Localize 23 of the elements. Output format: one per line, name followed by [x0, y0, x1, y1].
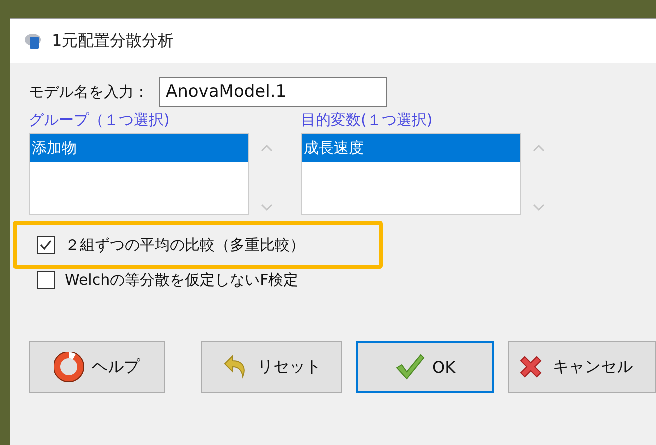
- list-box[interactable]: 添加物: [29, 133, 249, 215]
- ok-button[interactable]: OK: [356, 341, 494, 393]
- checkbox-label: ２組ずつの平均の比較（多重比較）: [65, 236, 305, 254]
- list-box[interactable]: 成長速度: [301, 133, 521, 215]
- scroll-down-icon[interactable]: [532, 203, 546, 213]
- help-button[interactable]: ヘルプ: [29, 341, 166, 393]
- scroll-up-icon[interactable]: [260, 143, 274, 153]
- cancel-button[interactable]: キャンセル: [508, 341, 656, 393]
- checkbox[interactable]: [37, 236, 55, 254]
- list-item[interactable]: 添加物: [30, 134, 248, 162]
- model-name-label: モデル名を入力：: [29, 82, 149, 102]
- checkmark-icon: [394, 353, 425, 381]
- model-name-field[interactable]: AnovaModel.1: [159, 77, 387, 107]
- checkbox[interactable]: [37, 271, 55, 289]
- list-item[interactable]: 成長速度: [302, 134, 520, 162]
- scroll-up-icon[interactable]: [532, 143, 546, 153]
- checkbox-label: Welchの等分散を仮定しないF検定: [65, 270, 299, 290]
- lifebuoy-icon: [54, 352, 84, 382]
- window-title: 1元配置分散分析: [52, 30, 174, 52]
- list-label: グループ（１つ選択): [29, 111, 171, 131]
- reset-button[interactable]: リセット: [201, 341, 342, 393]
- list-label: 目的変数(１つ選択): [301, 111, 434, 131]
- scroll-down-icon[interactable]: [260, 203, 274, 213]
